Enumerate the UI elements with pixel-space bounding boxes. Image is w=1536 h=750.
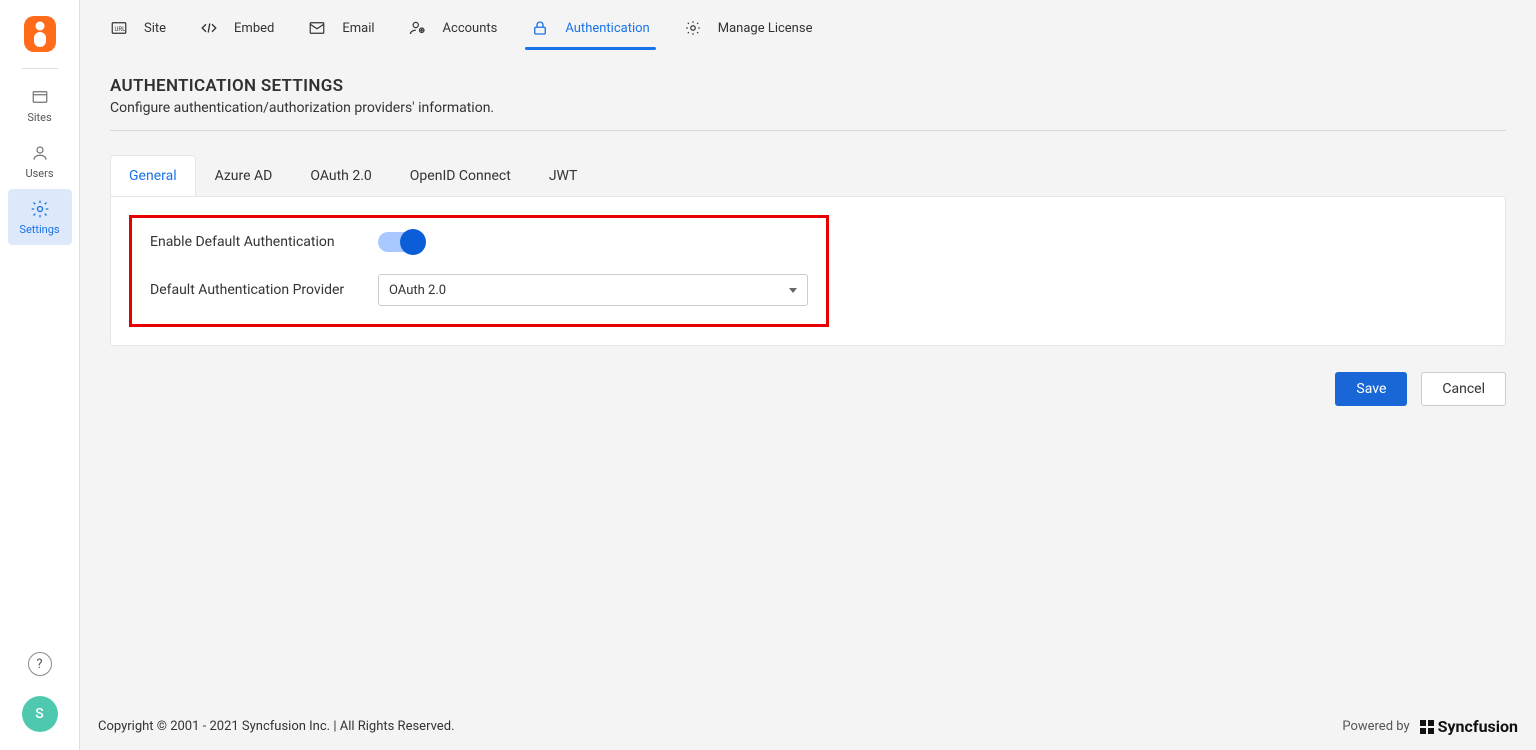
brand-name: Syncfusion (1438, 717, 1518, 736)
page-title: AUTHENTICATION SETTINGS (110, 76, 1506, 96)
tab-label: OAuth 2.0 (310, 168, 371, 184)
cancel-button[interactable]: Cancel (1421, 372, 1506, 406)
help-icon: ? (36, 657, 42, 672)
powered-by-label: Powered by (1342, 719, 1409, 734)
topnav-label: Site (144, 21, 166, 36)
button-label: Cancel (1442, 381, 1485, 397)
tab-openid-connect[interactable]: OpenID Connect (391, 155, 530, 196)
tab-label: JWT (549, 168, 578, 184)
license-gear-icon (684, 19, 702, 37)
enable-default-auth-label: Enable Default Authentication (150, 234, 370, 250)
toggle-knob (400, 229, 426, 255)
users-icon (30, 143, 50, 163)
embed-icon (200, 19, 218, 37)
sidebar-item-users[interactable]: Users (8, 133, 72, 189)
syncfusion-logo-icon (1420, 720, 1434, 734)
syncfusion-logo: Syncfusion (1420, 717, 1518, 736)
powered-by: Powered by Syncfusion (1342, 717, 1518, 736)
topnav-item-site[interactable]: URL Site (110, 0, 166, 56)
sites-icon (30, 87, 50, 107)
tab-panel-general: Enable Default Authentication Default Au… (110, 196, 1506, 346)
topnav-item-manage-license[interactable]: Manage License (684, 0, 813, 56)
sidebar-item-label: Sites (27, 111, 51, 124)
gear-icon (30, 199, 50, 219)
action-buttons: Save Cancel (80, 372, 1536, 406)
help-button[interactable]: ? (28, 652, 52, 676)
user-avatar[interactable]: S (22, 696, 58, 732)
default-auth-highlight: Enable Default Authentication Default Au… (129, 215, 829, 327)
tab-label: Azure AD (215, 168, 273, 184)
topnav-label: Accounts (443, 21, 498, 36)
svg-text:URL: URL (115, 26, 127, 33)
button-label: Save (1356, 381, 1386, 397)
tab-label: General (129, 168, 177, 184)
sidebar-divider (22, 68, 58, 69)
tabs: General Azure AD OAuth 2.0 OpenID Connec… (110, 155, 1506, 196)
topnav-item-accounts[interactable]: Accounts (409, 0, 498, 56)
default-auth-provider-select[interactable]: OAuth 2.0 (378, 274, 808, 306)
topnav-item-authentication[interactable]: Authentication (531, 0, 649, 56)
app-logo (18, 12, 62, 56)
topnav-label: Authentication (565, 21, 649, 36)
tab-oauth[interactable]: OAuth 2.0 (291, 155, 390, 196)
copyright-text: Copyright © 2001 - 2021 Syncfusion Inc. … (98, 719, 454, 734)
bold-bi-logo-icon (20, 14, 60, 54)
footer: Copyright © 2001 - 2021 Syncfusion Inc. … (80, 703, 1536, 750)
topnav-label: Embed (234, 21, 274, 36)
sidebar-item-settings[interactable]: Settings (8, 189, 72, 245)
lock-icon (531, 19, 549, 37)
tab-azure-ad[interactable]: Azure AD (196, 155, 292, 196)
page-subtitle: Configure authentication/authorization p… (110, 100, 1506, 116)
email-icon (308, 19, 326, 37)
topnav-label: Manage License (718, 21, 813, 36)
sidebar-items: Sites Users Settings (0, 77, 79, 245)
chevron-down-icon (789, 288, 797, 293)
top-nav: URL Site Embed Email (80, 0, 1536, 56)
select-value: OAuth 2.0 (389, 283, 446, 298)
accounts-icon (409, 19, 427, 37)
save-button[interactable]: Save (1335, 372, 1407, 406)
sidebar: Sites Users Settings ? S (0, 0, 80, 750)
tab-jwt[interactable]: JWT (530, 155, 597, 196)
topnav-item-email[interactable]: Email (308, 0, 374, 56)
tab-general[interactable]: General (110, 155, 196, 196)
topnav-item-embed[interactable]: Embed (200, 0, 274, 56)
default-auth-provider-label: Default Authentication Provider (150, 282, 370, 298)
enable-default-auth-toggle[interactable] (378, 232, 422, 252)
sidebar-item-sites[interactable]: Sites (8, 77, 72, 133)
sidebar-item-label: Settings (19, 223, 59, 236)
page-header: AUTHENTICATION SETTINGS Configure authen… (80, 56, 1536, 116)
avatar-initial: S (35, 706, 43, 722)
sidebar-item-label: Users (25, 167, 53, 180)
main-area: URL Site Embed Email (80, 0, 1536, 750)
site-icon: URL (110, 19, 128, 37)
content: General Azure AD OAuth 2.0 OpenID Connec… (80, 131, 1536, 346)
topnav-label: Email (342, 21, 374, 36)
tab-label: OpenID Connect (410, 168, 511, 184)
